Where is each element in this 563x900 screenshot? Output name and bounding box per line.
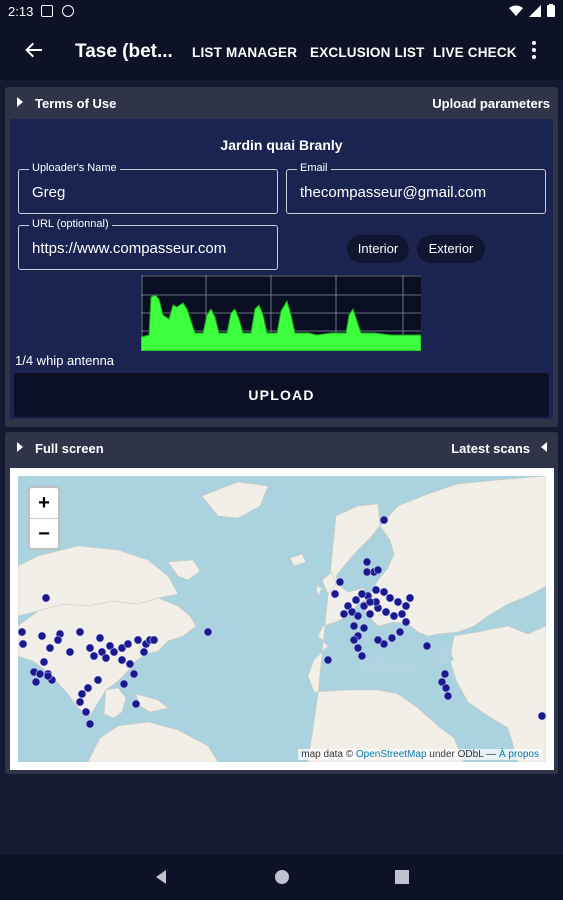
expand-triangle-icon[interactable] — [17, 442, 23, 452]
status-icons — [509, 4, 555, 17]
exclusion-list-button[interactable]: EXCLUSION LIST — [310, 45, 425, 60]
url-field[interactable]: URL (optionnal) https://www.compasseur.c… — [18, 218, 278, 270]
map-section-header[interactable]: Full screen Latest scans — [5, 432, 558, 464]
status-time: 2:13 — [8, 4, 34, 19]
wifi-icon — [509, 5, 523, 16]
zoom-out-button[interactable]: − — [30, 518, 58, 549]
upload-button[interactable]: UPLOAD — [14, 373, 549, 417]
battery-icon — [547, 4, 555, 17]
nav-back-icon[interactable] — [152, 867, 172, 887]
app-title: Tase (bet... — [75, 41, 173, 62]
signal-icon — [529, 4, 541, 17]
attribution-prefix: map data © — [301, 749, 354, 760]
interior-chip[interactable]: Interior — [347, 235, 409, 263]
location-title: Jardin quai Branly — [220, 137, 343, 153]
uploader-name-field[interactable]: Uploader's Name Greg — [18, 162, 278, 214]
collapse-triangle-icon[interactable] — [541, 442, 547, 452]
about-link[interactable]: À propos — [499, 749, 539, 760]
upload-parameters-label: Upload parameters — [432, 96, 550, 111]
antenna-label: 1/4 whip antenna — [15, 353, 115, 368]
attribution-mid: under ODbL — — [429, 749, 497, 760]
latest-scans-label: Latest scans — [451, 441, 530, 456]
world-map[interactable]: + − map data © OpenStreetMap under ODbL … — [18, 476, 546, 762]
back-arrow-icon[interactable] — [22, 38, 46, 62]
uploader-name-value[interactable]: Greg — [32, 184, 65, 201]
expand-triangle-icon[interactable] — [17, 97, 23, 107]
upload-section-header[interactable]: Terms of Use Upload parameters — [5, 87, 558, 119]
notification-icon — [41, 5, 53, 17]
spectrum-svg — [140, 275, 422, 352]
email-field[interactable]: Email thecompasseur@gmail.com — [286, 162, 546, 214]
url-value[interactable]: https://www.compasseur.com — [32, 240, 226, 257]
app-bar: Tase (bet... LIST MANAGER EXCLUSION LIST… — [0, 24, 563, 80]
zoom-in-button[interactable]: + — [30, 488, 58, 518]
spectrum-graph — [140, 275, 422, 352]
list-manager-button[interactable]: LIST MANAGER — [192, 45, 297, 60]
osm-link[interactable]: OpenStreetMap — [356, 749, 427, 760]
upload-section: Terms of Use Upload parameters Jardin qu… — [5, 87, 558, 427]
status-bar: 2:13 — [0, 0, 563, 24]
nav-home-icon[interactable] — [272, 867, 292, 887]
exterior-chip[interactable]: Exterior — [417, 235, 485, 263]
email-value[interactable]: thecompasseur@gmail.com — [300, 184, 486, 201]
full-screen-label[interactable]: Full screen — [35, 441, 104, 456]
terms-of-use-label[interactable]: Terms of Use — [35, 96, 116, 111]
email-label: Email — [297, 162, 331, 174]
live-check-button[interactable]: LIVE CHECK — [433, 45, 517, 60]
map-attribution: map data © OpenStreetMap under ODbL — À … — [298, 749, 542, 760]
at-icon — [62, 5, 74, 17]
nav-recents-icon[interactable] — [392, 867, 412, 887]
map-svg — [18, 476, 546, 762]
more-vertical-icon[interactable] — [528, 40, 540, 64]
map-frame: + − map data © OpenStreetMap under ODbL … — [10, 468, 554, 770]
uploader-name-label: Uploader's Name — [29, 162, 120, 174]
url-label: URL (optionnal) — [29, 218, 112, 230]
navigation-bar — [0, 855, 563, 900]
zoom-control: + − — [28, 486, 60, 550]
